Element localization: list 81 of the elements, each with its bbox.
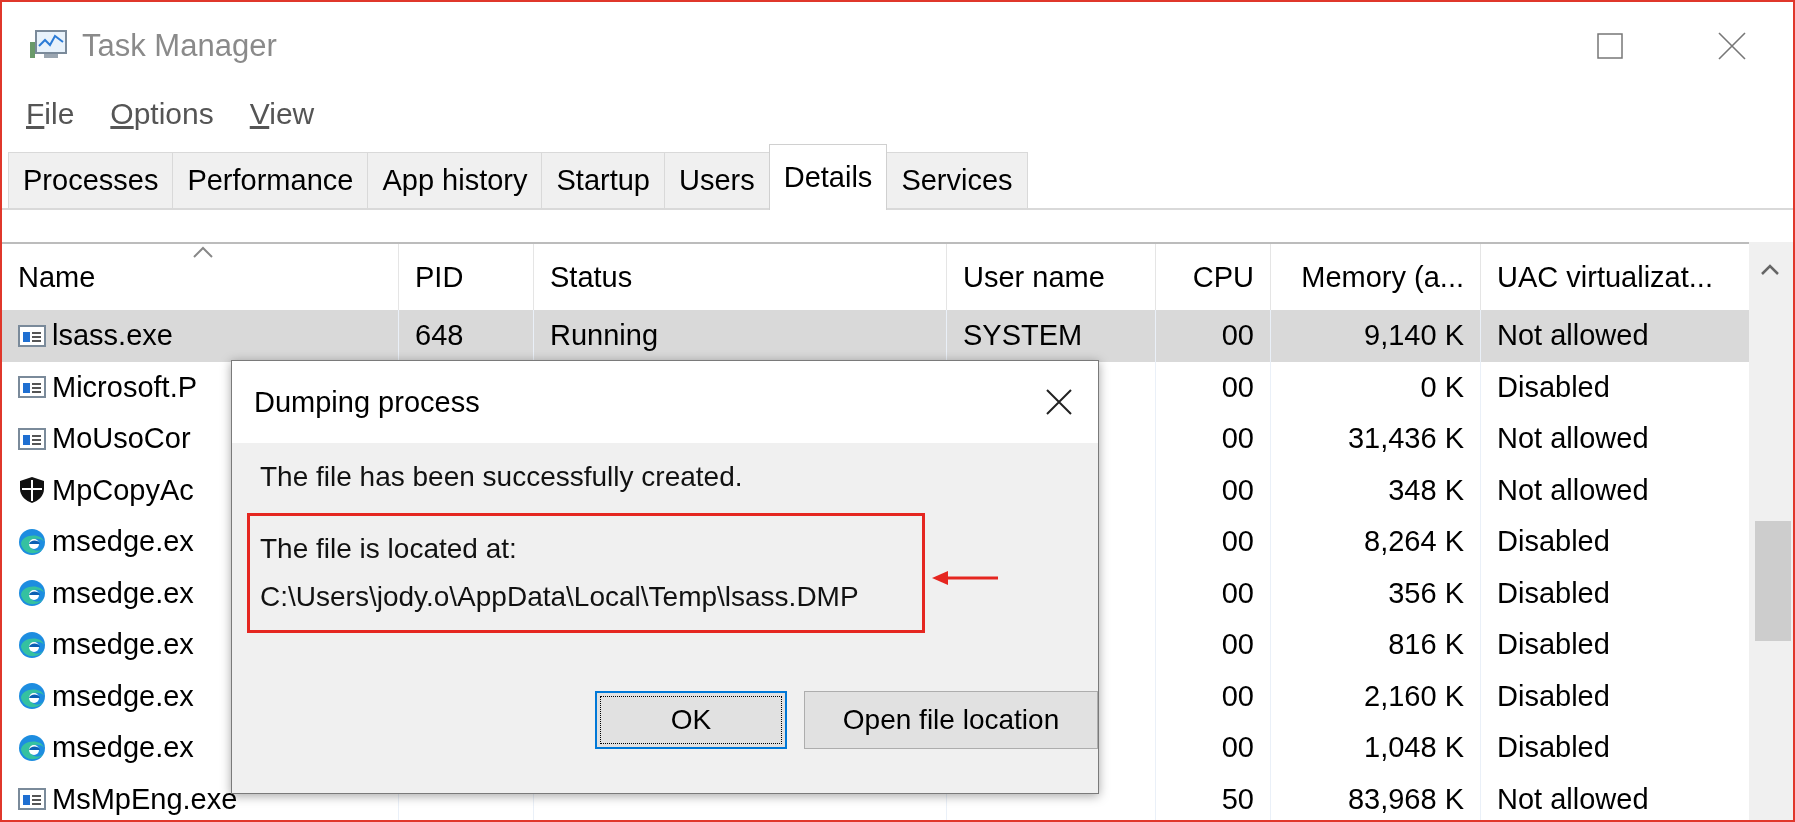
tab[interactable]: App history <box>367 152 543 208</box>
header-label: Memory (a... <box>1301 260 1464 294</box>
scrollbar-thumb[interactable] <box>1755 521 1791 641</box>
table-cell: 356 K <box>1388 576 1464 610</box>
table-cell: Not allowed <box>1497 782 1649 816</box>
dialog-title: Dumping process <box>254 385 480 419</box>
table-cell: Disabled <box>1497 731 1610 765</box>
table-cell: lsass.exe <box>52 319 173 353</box>
shield-icon <box>18 476 46 505</box>
table-cell: MsMpEng.exe <box>52 782 238 816</box>
table-cell: Not allowed <box>1497 422 1649 456</box>
file-path: C:\Users\jody.o\AppData\Local\Temp\lsass.DMP <box>260 581 860 613</box>
table-cell: msedge.ex <box>52 525 194 559</box>
table-cell: 9,140 K <box>1364 319 1464 353</box>
tab[interactable]: Services <box>886 152 1028 208</box>
table-cell: MpCopyAc <box>52 473 194 507</box>
edge-icon <box>18 733 46 762</box>
tab[interactable]: Details <box>768 144 888 210</box>
table-cell: Disabled <box>1497 525 1610 559</box>
table-cell: SYSTEM <box>963 319 1083 353</box>
table-cell: Microsoft.P <box>52 370 198 404</box>
window-title: Task Manager <box>82 28 277 64</box>
table-cell: 348 K <box>1388 473 1464 507</box>
table-cell: Running <box>550 319 659 353</box>
tab[interactable]: Processes <box>8 152 174 208</box>
table-cell: 00 <box>1221 319 1254 353</box>
table-cell: 8,264 K <box>1364 525 1464 559</box>
table-cell: msedge.ex <box>52 576 194 610</box>
table-cell: 0 K <box>1420 370 1464 404</box>
maximize-icon <box>1597 33 1623 59</box>
header-label: PID <box>415 260 464 294</box>
table-cell: 00 <box>1221 422 1254 456</box>
table-row[interactable]: lsass.exe 648 Running SYSTEM 00 9,140 K Not allowed <box>2 310 1750 362</box>
table-cell: 50 <box>1221 782 1254 816</box>
close-button[interactable] <box>1044 387 1074 417</box>
scrollbar[interactable] <box>1749 242 1793 820</box>
table-cell: 00 <box>1221 576 1254 610</box>
tab[interactable]: Users <box>664 152 770 208</box>
header-label: UAC virtualizat... <box>1497 260 1713 294</box>
edge-icon <box>18 527 46 556</box>
table-cell: Disabled <box>1497 370 1610 404</box>
table-cell: 00 <box>1221 525 1254 559</box>
table-cell: Not allowed <box>1497 319 1649 353</box>
message-text: The file has been successfully created. <box>260 461 744 493</box>
table-cell: Disabled <box>1497 576 1610 610</box>
header-label: Name <box>18 260 96 294</box>
menu-item[interactable]: View <box>249 97 315 131</box>
table-cell: 00 <box>1221 473 1254 507</box>
table-cell: MoUsoCor <box>52 422 191 456</box>
header-label: Status <box>550 260 633 294</box>
table-cell: 00 <box>1221 731 1254 765</box>
table-cell: Disabled <box>1497 679 1610 713</box>
table-cell: 00 <box>1221 628 1254 662</box>
edge-icon <box>18 630 46 659</box>
edge-icon <box>18 579 46 608</box>
table-cell: 00 <box>1221 679 1254 713</box>
table-cell: Disabled <box>1497 628 1610 662</box>
header-label: CPU <box>1192 260 1254 294</box>
table-cell: 2,160 K <box>1364 679 1464 713</box>
table-cell: msedge.ex <box>52 679 194 713</box>
pointer-arrow <box>930 568 1000 588</box>
table-cell: msedge.ex <box>52 628 194 662</box>
table-cell: 83,968 K <box>1347 782 1464 816</box>
open-location-button[interactable]: Open file location <box>804 691 1098 749</box>
table-cell: Not allowed <box>1497 473 1649 507</box>
table-cell: msedge.ex <box>52 731 194 765</box>
table-cell: 31,436 K <box>1347 422 1464 456</box>
close-icon <box>1718 32 1746 60</box>
chevron-up-icon[interactable] <box>1760 264 1780 276</box>
menu-item[interactable]: Options <box>110 97 214 131</box>
tab[interactable]: Startup <box>541 152 665 208</box>
tab[interactable]: Performance <box>172 152 369 208</box>
table-cell: 1,048 K <box>1364 731 1464 765</box>
header-label: User name <box>963 260 1105 294</box>
ok-button[interactable]: OK <box>595 691 788 749</box>
edge-icon <box>18 682 46 711</box>
table-cell: 00 <box>1221 370 1254 404</box>
location-label: The file is located at: <box>260 533 518 565</box>
table-cell: 648 <box>415 319 464 353</box>
table-cell: 816 K <box>1388 628 1464 662</box>
menu-item[interactable]: File <box>26 97 75 131</box>
